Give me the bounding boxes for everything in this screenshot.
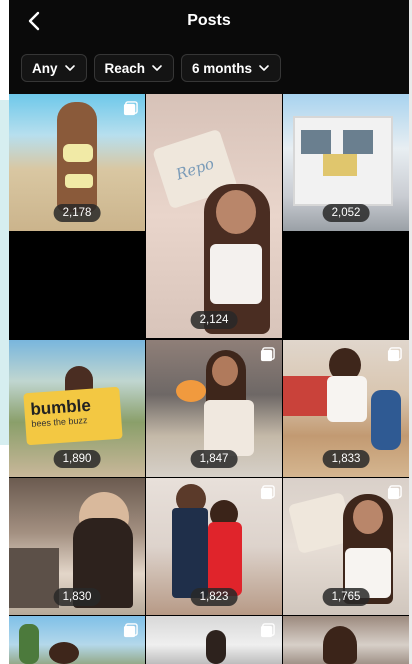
post-tile-6[interactable]: 1,833 bbox=[283, 340, 409, 477]
carousel-icon bbox=[387, 485, 402, 500]
filter-metric[interactable]: Reach bbox=[93, 54, 175, 82]
reach-count: 1,847 bbox=[190, 450, 238, 468]
filter-label: Any bbox=[32, 60, 58, 76]
reach-count: 1,833 bbox=[322, 450, 370, 468]
reach-count: 2,052 bbox=[322, 204, 370, 222]
post-tile-10[interactable] bbox=[9, 616, 145, 664]
tile-filler bbox=[283, 232, 409, 338]
filter-bar: Any Reach 6 months bbox=[9, 42, 409, 94]
post-tile-1[interactable]: 2,178 bbox=[9, 94, 145, 231]
left-edge-strip bbox=[0, 0, 9, 664]
carousel-icon bbox=[123, 623, 138, 638]
carousel-icon bbox=[260, 485, 275, 500]
chevron-down-icon bbox=[259, 65, 269, 71]
filter-label: 6 months bbox=[192, 60, 253, 76]
post-tile-9[interactable]: 1,765 bbox=[283, 478, 409, 615]
post-tile-5[interactable]: 1,847 bbox=[146, 340, 282, 477]
chevron-down-icon bbox=[64, 65, 75, 71]
reach-count: 2,178 bbox=[53, 204, 101, 222]
filter-label: Reach bbox=[104, 60, 146, 76]
post-tile-11[interactable] bbox=[146, 616, 282, 664]
carousel-icon bbox=[260, 347, 275, 362]
post-tile-4[interactable]: bumble bees the buzz 1,890 bbox=[9, 340, 145, 477]
reach-count: 1,830 bbox=[53, 588, 101, 606]
header-bar: Posts bbox=[9, 0, 409, 42]
filter-time-range[interactable]: 6 months bbox=[181, 54, 282, 82]
carousel-icon bbox=[123, 101, 138, 116]
carousel-icon bbox=[260, 623, 275, 638]
post-tile-12[interactable] bbox=[283, 616, 409, 664]
chevron-down-icon bbox=[152, 65, 162, 71]
post-tile-3[interactable]: 2,052 bbox=[283, 94, 409, 231]
tile-filler bbox=[9, 232, 145, 338]
reach-count: 1,890 bbox=[53, 450, 101, 468]
carousel-icon bbox=[387, 347, 402, 362]
page-title: Posts bbox=[187, 12, 231, 29]
posts-grid: 2,178 Repo 2,124 2,052 bumble bees the b… bbox=[9, 94, 409, 664]
posts-screen: Posts Any Reach 6 months 2,178 Repo 2,12… bbox=[9, 0, 409, 664]
post-tile-2[interactable]: Repo 2,124 bbox=[146, 94, 282, 338]
post-tile-7[interactable]: 1,830 bbox=[9, 478, 145, 615]
post-tile-8[interactable]: 1,823 bbox=[146, 478, 282, 615]
reach-count: 1,765 bbox=[322, 588, 370, 606]
reach-count: 2,124 bbox=[190, 311, 238, 329]
filter-post-type[interactable]: Any bbox=[21, 54, 87, 82]
reach-count: 1,823 bbox=[190, 588, 238, 606]
